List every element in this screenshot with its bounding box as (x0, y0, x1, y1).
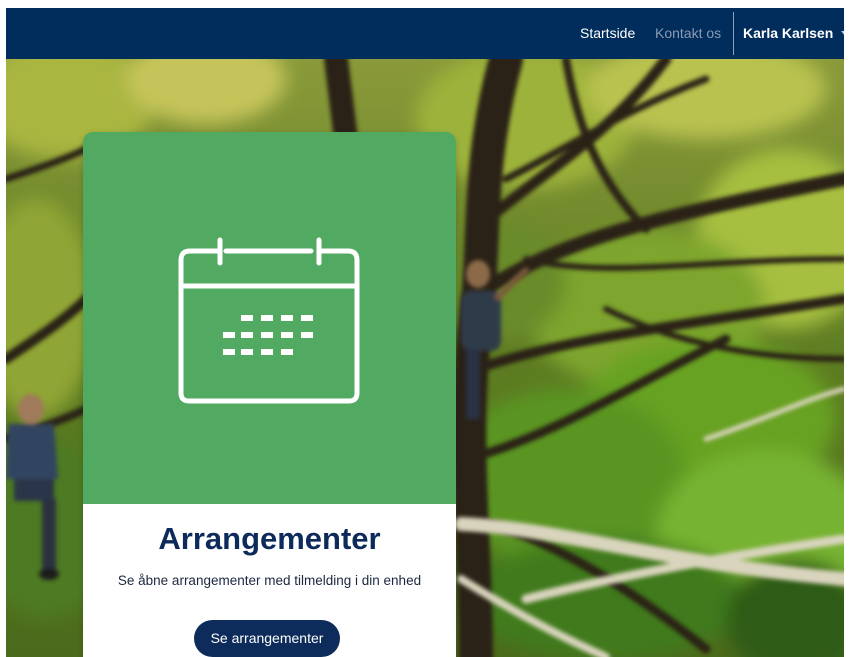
top-navbar: Startside Kontakt os Karla Karlsen (6, 8, 844, 59)
card-header (83, 132, 456, 504)
user-menu-toggle[interactable]: Karla Karlsen (743, 25, 833, 41)
card-description: Se åbne arrangementer med tilmelding i d… (117, 573, 422, 588)
app-frame: Startside Kontakt os Karla Karlsen Arran… (6, 8, 844, 657)
nav-link-contact[interactable]: Kontakt os (655, 25, 721, 41)
calendar-icon (178, 237, 360, 404)
events-card: Arrangementer Se åbne arrangementer med … (83, 132, 456, 657)
nav-divider (733, 12, 734, 55)
card-title: Arrangementer (158, 521, 381, 556)
see-events-button[interactable]: Se arrangementer (194, 620, 340, 657)
chevron-down-icon[interactable] (841, 31, 844, 36)
nav-link-home[interactable]: Startside (580, 25, 635, 41)
